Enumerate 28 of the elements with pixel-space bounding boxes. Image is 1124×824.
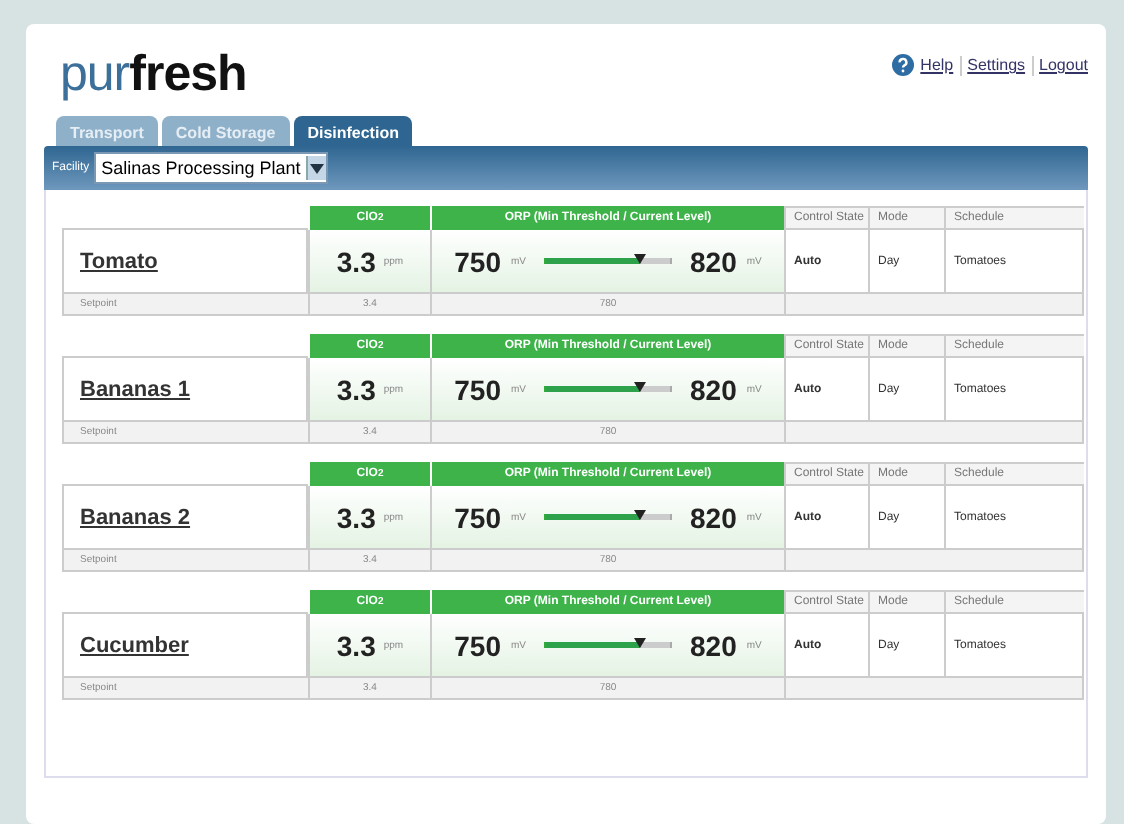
reading: 820 (690, 245, 737, 277)
reading: 820 (690, 373, 737, 405)
level-marker (633, 510, 645, 520)
caret-icon (306, 156, 327, 180)
reading: 3.3 (336, 501, 376, 533)
reading: 3.3 (336, 245, 376, 277)
header-link[interactable]: Help (920, 56, 954, 74)
reading: 750 (454, 501, 501, 533)
reading: 3.3 (336, 373, 376, 405)
reading: 820 (690, 629, 737, 661)
room-link[interactable]: Tomato (80, 249, 158, 273)
reading: 820 (690, 501, 737, 533)
reading: 750 (454, 373, 501, 405)
tab[interactable]: Disinfection (293, 116, 413, 146)
header-link[interactable]: Logout (1039, 56, 1088, 74)
level-marker (633, 638, 645, 648)
facility-dropdown[interactable]: Salinas Processing Plant (93, 152, 329, 184)
level-marker (633, 382, 645, 392)
help-icon (892, 54, 915, 76)
logo: purfresh (60, 52, 247, 96)
room-link[interactable]: Bananas 1 (80, 377, 191, 401)
header-link[interactable]: Settings (967, 56, 1026, 74)
reading: 750 (454, 245, 501, 277)
reading: 3.3 (336, 629, 376, 661)
room-link[interactable]: Cucumber (80, 633, 189, 657)
reading: 750 (454, 629, 501, 661)
level-marker (633, 254, 645, 264)
room-link[interactable]: Bananas 2 (80, 505, 191, 529)
